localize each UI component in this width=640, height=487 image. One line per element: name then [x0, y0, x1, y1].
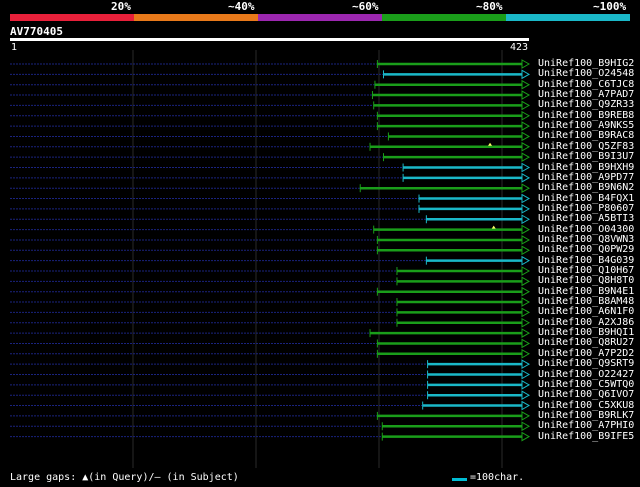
hit-arrow [521, 307, 531, 318]
hit-arrow [521, 204, 531, 214]
hit-label[interactable]: UniRef100_Q8RU27 [538, 338, 634, 348]
hit-arrow [521, 297, 531, 307]
hit-arrow [521, 359, 531, 370]
hit-arrow [521, 224, 531, 235]
gaps-legend: Large gaps: ▲(in Query)/— (in Subject) [10, 472, 239, 483]
hit-arrow [521, 131, 531, 142]
hit-arrow [521, 276, 531, 287]
hit-arrow [521, 286, 531, 297]
hit-arrow [521, 162, 531, 173]
hit-arrow [521, 317, 531, 328]
hit-arrow [521, 245, 531, 256]
hit-arrow [521, 79, 531, 90]
hit-label[interactable]: UniRef100_B9I3U7 [538, 152, 634, 162]
hit-label[interactable]: UniRef100_Q0PW29 [538, 245, 634, 255]
hit-arrow [521, 59, 531, 69]
hit-label[interactable]: UniRef100_B9N6N2 [538, 183, 634, 193]
scale-bar [452, 478, 467, 481]
hit-label[interactable]: UniRef100_B9HXH9 [538, 162, 634, 173]
hit-label[interactable]: UniRef100_Q9SRT9 [538, 359, 634, 369]
scale-label: =100char. [470, 472, 525, 483]
hit-arrow [521, 193, 531, 204]
hit-arrow [521, 152, 531, 163]
hit-arrow [521, 235, 531, 245]
query-gap-marker [488, 142, 493, 146]
hit-arrow [521, 369, 531, 380]
hit-arrow [521, 266, 531, 276]
hit-arrow [521, 431, 531, 442]
hit-arrow [521, 328, 531, 338]
hit-label[interactable]: UniRef100_O24548 [538, 69, 634, 79]
hit-arrow [521, 214, 531, 225]
hit-label[interactable]: UniRef100_Q6IVO7 [538, 390, 634, 400]
hit-label[interactable]: UniRef100_Q8H8T0 [538, 276, 634, 286]
hit-label[interactable]: UniRef100_B9IFE5 [538, 431, 634, 442]
hit-label[interactable]: UniRef100_A7PHI0 [538, 421, 634, 431]
hit-arrow [521, 400, 531, 411]
hit-label[interactable]: UniRef100_Q9ZR33 [538, 100, 634, 110]
hit-label[interactable]: UniRef100_A5BTI3 [538, 214, 634, 224]
hit-arrow [521, 90, 531, 100]
hit-arrow [521, 338, 531, 349]
hit-arrow [521, 110, 531, 121]
hit-arrow [521, 141, 531, 152]
hit-arrow [521, 411, 531, 421]
hit-arrow [521, 172, 531, 183]
hit-arrow [521, 390, 531, 401]
hit-arrow [521, 183, 531, 194]
hit-arrow [521, 69, 531, 80]
hit-label[interactable]: UniRef100_A6N1F0 [538, 307, 634, 317]
hit-label[interactable]: UniRef100_O22427 [538, 369, 634, 380]
hit-arrow [521, 421, 531, 432]
query-gap-marker [491, 225, 496, 229]
hit-arrow [521, 255, 531, 266]
hit-arrow [521, 100, 531, 111]
hit-arrow [521, 379, 531, 390]
hit-arrow [521, 121, 531, 131]
hit-arrow [521, 348, 531, 359]
hit-label[interactable]: UniRef100_B9RAC8 [538, 131, 634, 141]
